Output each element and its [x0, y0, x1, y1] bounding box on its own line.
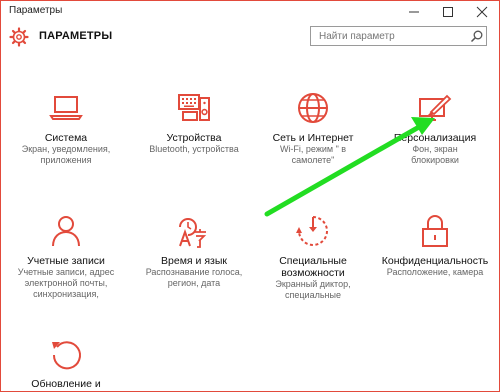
time-language-icon [179, 218, 207, 248]
tile-name: Сеть и Интернет [272, 132, 354, 144]
page-title: ПАРАМЕТРЫ [39, 30, 113, 42]
tile-name: Обновление и [31, 378, 101, 390]
tile-description: Экранный диктор, специальные [275, 279, 351, 300]
tile-description: Bluetooth, устройства [149, 144, 239, 154]
update-icon [52, 341, 81, 370]
close-button[interactable] [465, 1, 499, 22]
tile-description: Экран, уведомления, приложения [21, 144, 111, 165]
tile-name: Устройства [166, 132, 222, 144]
tile-name: Специальные возможности [279, 255, 347, 279]
search-box[interactable] [310, 26, 487, 46]
tile-description: Распознавание голоса, регион, дата [145, 267, 243, 288]
annotation-arrow [264, 117, 435, 217]
tile-description: Расположение, камера [386, 267, 484, 277]
gear-icon [9, 27, 29, 47]
accessibility-icon [296, 216, 328, 246]
tile-name: Система [44, 132, 88, 144]
person-icon [52, 216, 80, 247]
paint-icon [419, 94, 452, 121]
settings-window: Параметры ПАРАМЕТРЫ Найти параметр Систе… [0, 0, 500, 392]
tile-name: Персонализация [393, 132, 477, 144]
globe-icon [298, 93, 328, 123]
tile-name: Время и язык [161, 255, 227, 267]
search-icon[interactable] [470, 29, 484, 43]
laptop-icon [49, 96, 83, 120]
minimize-icon [409, 11, 419, 12]
search-input[interactable] [319, 29, 469, 43]
tile-description: Wi-Fi, режим " в самолете" [279, 144, 347, 165]
maximize-icon [443, 6, 453, 17]
tile-description: Фон, экран блокировки [411, 144, 459, 165]
minimize-button[interactable] [397, 1, 431, 22]
close-icon [476, 6, 488, 17]
tile-name: Конфиденциальность [381, 255, 489, 267]
tile-name: Учетные записи [27, 255, 105, 267]
title-bar: Параметры [1, 1, 499, 22]
window-title: Параметры [9, 5, 63, 16]
settings-header: ПАРАМЕТРЫ [1, 25, 499, 49]
tile-description: Учетные записи, адрес электронной почты,… [17, 267, 115, 299]
lock-icon [422, 215, 448, 247]
devices-icon [178, 94, 210, 121]
maximize-button[interactable] [431, 1, 465, 22]
